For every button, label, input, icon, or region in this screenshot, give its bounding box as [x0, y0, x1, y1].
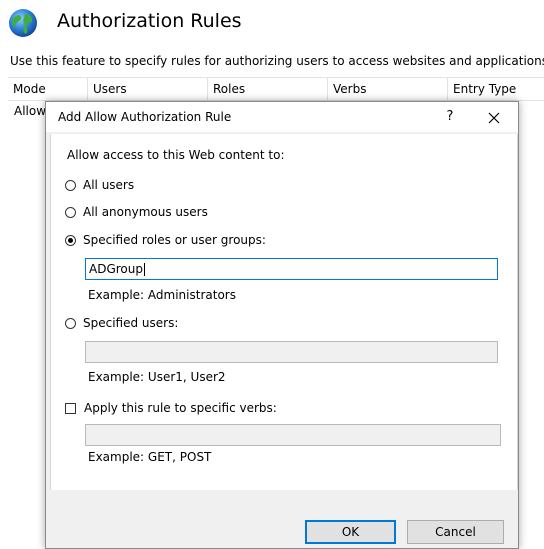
- column-header-mode[interactable]: Mode: [8, 78, 88, 100]
- radio-button-circle-selected[interactable]: [65, 234, 76, 246]
- specific-verbs-checkbox-row[interactable]: Apply this rule to specific verbs:: [65, 400, 277, 416]
- all-users-label: All users: [83, 178, 135, 192]
- page-title: Authorization Rules: [57, 10, 242, 32]
- table-row-mode-cell[interactable]: Allow: [14, 104, 46, 118]
- rules-grid-header: Mode Users Roles Verbs Entry Type: [8, 77, 544, 101]
- column-header-roles[interactable]: Roles: [208, 78, 328, 100]
- users-example-text: Example: User1, User2: [88, 370, 226, 384]
- add-allow-rule-dialog: Add Allow Authorization Rule ? Allow acc…: [45, 101, 519, 549]
- all-users-radio[interactable]: All users: [65, 177, 134, 193]
- roles-input-value: ADGroup: [89, 262, 143, 276]
- verbs-example-text: Example: GET, POST: [88, 450, 212, 464]
- specified-roles-radio[interactable]: Specified roles or user groups:: [65, 232, 266, 248]
- column-header-users[interactable]: Users: [88, 78, 208, 100]
- globe-icon: [8, 8, 38, 38]
- dialog-title-bar[interactable]: Add Allow Authorization Rule ?: [46, 102, 518, 132]
- column-header-entry-type[interactable]: Entry Type: [448, 78, 544, 100]
- specified-users-label: Specified users:: [83, 316, 179, 330]
- cancel-button[interactable]: Cancel: [407, 520, 504, 544]
- verbs-input[interactable]: [85, 424, 501, 446]
- radio-button-circle[interactable]: [65, 206, 76, 218]
- specified-roles-label: Specified roles or user groups:: [83, 233, 266, 247]
- close-icon: [488, 112, 500, 123]
- all-anonymous-users-label: All anonymous users: [83, 205, 208, 219]
- close-button[interactable]: [481, 105, 507, 129]
- dialog-title: Add Allow Authorization Rule: [58, 110, 232, 124]
- feature-description: Use this feature to specify rules for au…: [10, 54, 544, 68]
- column-header-verbs[interactable]: Verbs: [328, 78, 448, 100]
- all-anonymous-users-radio[interactable]: All anonymous users: [65, 204, 208, 220]
- specified-users-radio[interactable]: Specified users:: [65, 315, 178, 331]
- help-button[interactable]: ?: [437, 105, 463, 129]
- intro-text: Allow access to this Web content to:: [67, 148, 285, 162]
- specific-verbs-label: Apply this rule to specific verbs:: [84, 401, 277, 415]
- roles-input[interactable]: ADGroup: [85, 258, 498, 280]
- radio-button-circle[interactable]: [65, 317, 76, 329]
- text-caret: [143, 263, 145, 276]
- roles-example-text: Example: Administrators: [88, 288, 236, 302]
- ok-button[interactable]: OK: [305, 520, 396, 544]
- specific-verbs-checkbox[interactable]: [65, 402, 76, 414]
- radio-button-circle[interactable]: [65, 179, 76, 191]
- users-input[interactable]: [85, 341, 498, 363]
